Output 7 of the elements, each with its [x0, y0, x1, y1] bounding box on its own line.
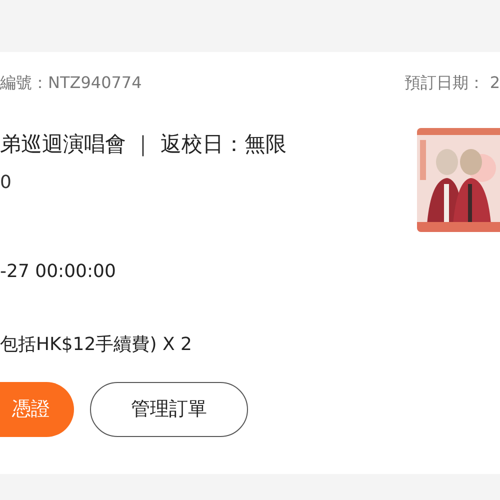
order-number: 編號：NTZ940774 [0, 72, 142, 94]
event-title: 弟巡迴演唱會 ｜ 返校日：無限 [0, 134, 288, 155]
booking-date: 預訂日期： 2 [404, 72, 500, 94]
ticket-price: 包括HK$12手續費) X 2 [0, 333, 192, 357]
event-detail: 0 [0, 171, 12, 195]
event-datetime: -27 00:00:00 [0, 260, 116, 284]
manage-order-button[interactable]: 管理訂單 [90, 382, 248, 437]
